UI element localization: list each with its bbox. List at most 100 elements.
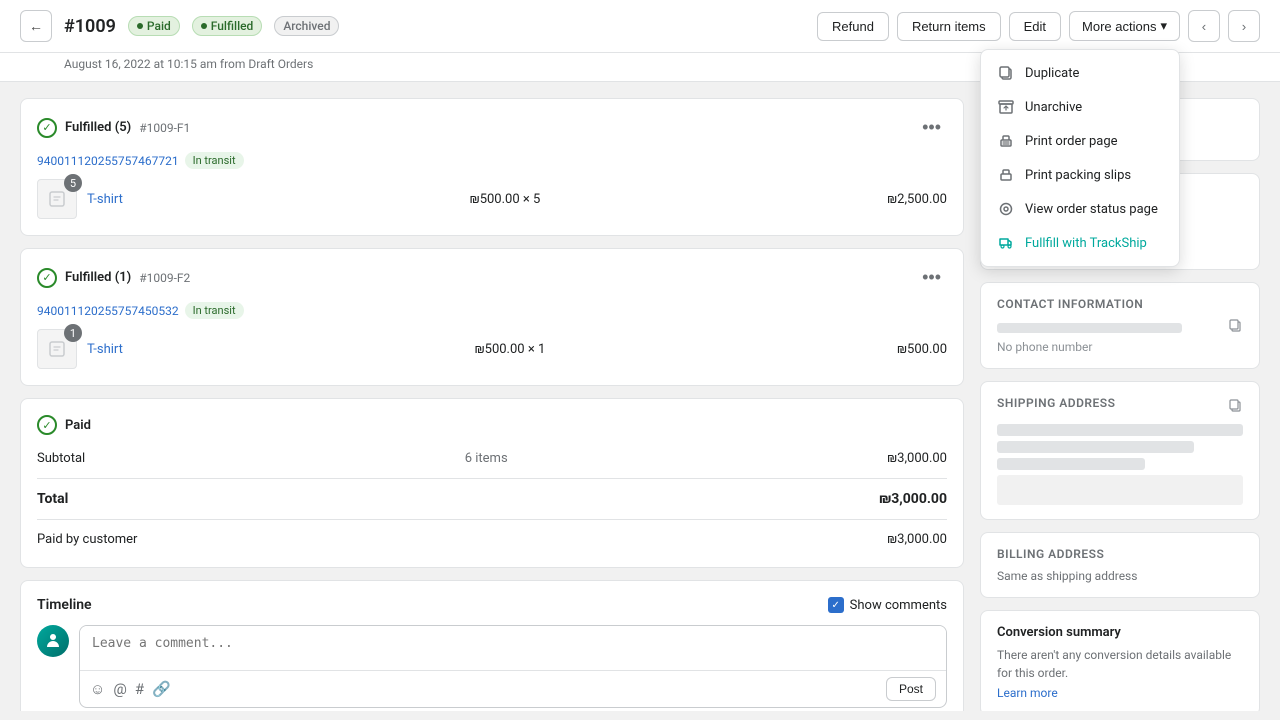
paid-badge: Paid <box>128 16 180 36</box>
fulfillment-title-2: Fulfilled (1) <box>65 270 131 285</box>
back-button[interactable]: ← <box>20 10 52 42</box>
more-actions-dropdown: Duplicate Unarchive <box>980 49 1180 267</box>
payment-card: ✓ Paid Subtotal 6 items ₪3,000.00 Total … <box>20 398 964 568</box>
fulfilled-badge: Fulfilled <box>192 16 263 36</box>
product-total-1: ₪2,500.00 <box>887 192 947 207</box>
timeline-section: Timeline ✓ Show comments <box>20 580 964 711</box>
copy-shipping-button[interactable] <box>1229 399 1243 416</box>
tracking-link-1[interactable]: 940011120255757467721 <box>37 154 179 168</box>
view-status-label: View order status page <box>1025 202 1158 217</box>
fulfillment-id-2: #1009-F2 <box>139 271 190 285</box>
product-name-2[interactable]: T-shirt <box>87 342 123 357</box>
total-row: Total ₪3,000.00 <box>37 487 947 511</box>
emoji-icon[interactable]: ☺ <box>90 680 105 698</box>
address-line-2 <box>997 441 1194 453</box>
subtotal-amount: ₪3,000.00 <box>887 451 947 466</box>
dropdown-item-view-status[interactable]: View order status page <box>981 192 1179 226</box>
fulfillment-more-button-1[interactable]: ••• <box>916 115 947 140</box>
in-transit-badge-1: In transit <box>185 152 244 169</box>
refund-button[interactable]: Refund <box>817 12 889 41</box>
fulfilled-check-icon-2: ✓ <box>37 268 57 288</box>
fulfillment-title-1: Fulfilled (5) <box>65 120 131 135</box>
trackship-label: Fullfill with TrackShip <box>1025 236 1147 251</box>
prev-order-button[interactable]: ‹ <box>1188 10 1220 42</box>
dropdown-item-print-order[interactable]: Print order page <box>981 124 1179 158</box>
total-amount: ₪3,000.00 <box>879 491 947 507</box>
back-icon: ← <box>29 18 43 34</box>
fulfillment-card-1: ✓ Fulfilled (5) #1009-F1 ••• 94001112025… <box>20 98 964 236</box>
chevron-left-icon: ‹ <box>1202 19 1206 34</box>
comment-area: ☺ @ # 🔗 Post <box>37 625 947 708</box>
paid-amount: ₪3,000.00 <box>887 532 947 547</box>
dropdown-item-duplicate[interactable]: Duplicate <box>981 56 1179 90</box>
next-order-button[interactable]: › <box>1228 10 1260 42</box>
no-phone-text: No phone number <box>997 340 1243 354</box>
in-transit-badge-2: In transit <box>185 302 244 319</box>
product-qty-badge-2: 1 <box>64 324 82 342</box>
unarchive-label: Unarchive <box>1025 100 1082 115</box>
more-actions-label: More actions <box>1082 19 1156 34</box>
billing-title: Billing Address <box>997 547 1243 561</box>
address-line-3 <box>997 458 1145 470</box>
subtotal-qty: 6 items <box>465 451 508 466</box>
total-label: Total <box>37 491 68 507</box>
tracking-link-2[interactable]: 940011120255757450532 <box>37 304 179 318</box>
fulfillment-card-2: ✓ Fulfilled (1) #1009-F2 ••• 94001112025… <box>20 248 964 386</box>
conversion-title: Conversion summary <box>997 625 1243 640</box>
fulfilled-check-icon-1: ✓ <box>37 118 57 138</box>
payment-title: Paid <box>65 418 91 433</box>
print-order-label: Print order page <box>1025 134 1118 149</box>
email-redacted <box>997 323 1182 333</box>
edit-button[interactable]: Edit <box>1009 12 1061 41</box>
learn-more-link[interactable]: Learn more <box>997 686 1058 700</box>
show-comments-control[interactable]: ✓ Show comments <box>828 597 947 613</box>
comment-box: ☺ @ # 🔗 Post <box>79 625 947 708</box>
duplicate-label: Duplicate <box>1025 66 1079 81</box>
unarchive-icon <box>997 98 1015 116</box>
conversion-text: There aren't any conversion details avai… <box>997 646 1243 682</box>
post-button[interactable]: Post <box>886 677 936 701</box>
fulfillment-more-button-2[interactable]: ••• <box>916 265 947 290</box>
print-packing-label: Print packing slips <box>1025 168 1131 183</box>
more-actions-wrapper: More actions ▾ Duplicate <box>1069 11 1180 41</box>
timeline-title: Timeline <box>37 597 92 613</box>
fulfilled-dot <box>201 23 207 29</box>
shipping-title: Shipping Address <box>997 396 1115 410</box>
dropdown-item-trackship[interactable]: Fullfill with TrackShip <box>981 226 1179 260</box>
product-price-1: ₪500.00 × 5 <box>470 192 541 207</box>
contact-card: Contact Information No phone number <box>980 282 1260 369</box>
link-icon[interactable]: 🔗 <box>152 680 171 698</box>
comment-input[interactable] <box>80 626 946 666</box>
product-name-1[interactable]: T-shirt <box>87 192 123 207</box>
subtotal-label: Subtotal <box>37 451 85 466</box>
dropdown-item-unarchive[interactable]: Unarchive <box>981 90 1179 124</box>
order-number: #1009 <box>64 16 116 37</box>
product-total-2: ₪500.00 <box>897 342 947 357</box>
same-as-shipping: Same as shipping address <box>997 569 1243 583</box>
show-comments-checkbox[interactable]: ✓ <box>828 597 844 613</box>
billing-card: Billing Address Same as shipping address <box>980 532 1260 598</box>
fulfillment-id-1: #1009-F1 <box>139 121 190 135</box>
paid-row: Paid by customer ₪3,000.00 <box>37 528 947 551</box>
return-items-button[interactable]: Return items <box>897 12 1001 41</box>
product-row-2: 1 T-shirt ₪500.00 × 1 ₪500.00 <box>37 329 947 369</box>
mention-icon[interactable]: @ <box>113 680 126 698</box>
main-left-column: ✓ Fulfilled (5) #1009-F1 ••• 94001112025… <box>20 98 964 711</box>
copy-email-button[interactable] <box>1229 319 1243 336</box>
user-avatar <box>37 625 69 657</box>
contact-email-row <box>997 319 1243 336</box>
product-price-2: ₪500.00 × 1 <box>475 342 546 357</box>
product-row-1: 5 T-shirt ₪500.00 × 5 ₪2,500.00 <box>37 179 947 219</box>
hashtag-icon[interactable]: # <box>135 680 144 698</box>
product-image-2: 1 <box>37 329 77 369</box>
duplicate-icon <box>997 64 1015 82</box>
paid-label: Paid by customer <box>37 532 137 547</box>
dropdown-item-print-packing[interactable]: Print packing slips <box>981 158 1179 192</box>
paid-check-icon: ✓ <box>37 415 57 435</box>
print-order-icon <box>997 132 1015 150</box>
more-actions-button[interactable]: More actions ▾ <box>1069 11 1180 41</box>
trackship-icon <box>997 234 1015 252</box>
archived-badge: Archived <box>274 16 339 36</box>
contact-title: Contact Information <box>997 297 1243 311</box>
show-comments-label: Show comments <box>850 598 947 613</box>
